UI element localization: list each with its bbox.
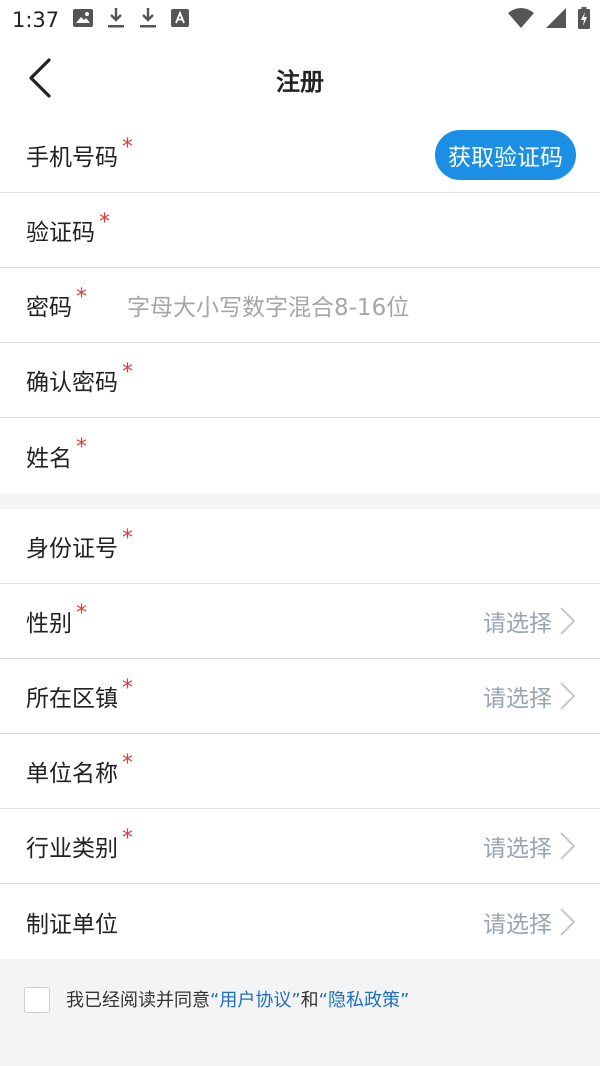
row-label: 确认密码	[26, 370, 118, 396]
chevron-right-icon	[558, 606, 576, 636]
required-mark: *	[76, 284, 87, 310]
row-label: 身份证号	[26, 536, 118, 562]
form-group-account: 手机号码 * 获取验证码 验证码 * 密码 * 字母大小写数字混合8-16位 确…	[0, 118, 600, 493]
industry-select[interactable]: 请选择	[483, 829, 576, 863]
row-label: 性别	[26, 611, 72, 637]
status-time: 1:37	[12, 8, 60, 32]
select-value: 请选择	[483, 611, 552, 637]
select-value: 请选择	[483, 911, 552, 938]
row-id-number[interactable]: 身份证号 *	[0, 509, 600, 584]
required-mark: *	[122, 359, 133, 385]
section-divider	[0, 493, 600, 509]
password-input[interactable]: 字母大小写数字混合8-16位	[127, 288, 409, 322]
battery-charging-icon	[578, 7, 590, 33]
required-mark: *	[76, 435, 87, 460]
row-name[interactable]: 姓名 *	[0, 418, 600, 493]
row-org-name[interactable]: 单位名称 *	[0, 734, 600, 809]
image-icon	[73, 9, 94, 31]
row-label: 制证单位	[26, 911, 118, 938]
row-label: 所在区镇	[26, 686, 118, 712]
agree-checkbox[interactable]	[24, 987, 50, 1013]
required-mark: *	[76, 600, 87, 626]
user-agreement-link[interactable]: “用户协议”	[210, 990, 301, 1011]
town-select[interactable]: 请选择	[483, 679, 576, 713]
required-mark: *	[122, 825, 133, 851]
issuer-select[interactable]: 请选择	[483, 905, 576, 939]
chevron-right-icon	[558, 831, 576, 861]
form-group-profile: 身份证号 * 性别 * 请选择 所在区镇 * 请选择 单位名称 * 行业类别 *…	[0, 509, 600, 959]
select-value: 请选择	[483, 836, 552, 862]
nav-bar: 注册	[0, 40, 600, 118]
row-label: 手机号码	[26, 145, 118, 171]
row-phone[interactable]: 手机号码 * 获取验证码	[0, 118, 600, 193]
row-town[interactable]: 所在区镇 * 请选择	[0, 659, 600, 734]
back-button[interactable]	[20, 58, 60, 102]
wifi-icon	[508, 8, 534, 32]
row-industry[interactable]: 行业类别 * 请选择	[0, 809, 600, 884]
row-gender[interactable]: 性别 * 请选择	[0, 584, 600, 659]
agreement-text: 我已经阅读并同意“用户协议”和“隐私政策”	[66, 987, 409, 1015]
row-password[interactable]: 密码 * 字母大小写数字混合8-16位	[0, 268, 600, 343]
agreement-and: 和	[300, 990, 319, 1011]
download-icon	[107, 8, 125, 32]
required-mark: *	[122, 675, 133, 701]
chevron-right-icon	[558, 681, 576, 711]
row-confirm-password[interactable]: 确认密码 *	[0, 343, 600, 418]
required-mark: *	[122, 750, 133, 776]
page-title: 注册	[276, 67, 324, 96]
row-label: 密码	[26, 295, 72, 321]
chevron-right-icon	[558, 907, 576, 937]
row-label: 单位名称	[26, 761, 118, 787]
font-icon	[171, 9, 190, 31]
download-icon	[139, 8, 157, 32]
row-label: 姓名	[26, 445, 72, 472]
required-mark: *	[122, 525, 133, 551]
chevron-left-icon	[28, 58, 52, 102]
row-label: 验证码	[26, 220, 95, 246]
row-label: 行业类别	[26, 836, 118, 862]
agreement-section: 我已经阅读并同意“用户协议”和“隐私政策”	[0, 959, 600, 1066]
agreement-prefix: 我已经阅读并同意	[66, 990, 210, 1011]
required-mark: *	[99, 209, 110, 235]
gender-select[interactable]: 请选择	[483, 604, 576, 638]
privacy-policy-link[interactable]: “隐私政策”	[319, 990, 410, 1011]
select-value: 请选择	[483, 686, 552, 712]
row-issuer[interactable]: 制证单位 请选择	[0, 884, 600, 959]
row-code[interactable]: 验证码 *	[0, 193, 600, 268]
signal-icon	[546, 8, 566, 32]
get-code-button[interactable]: 获取验证码	[435, 130, 576, 180]
status-bar: 1:37	[0, 0, 600, 40]
required-mark: *	[122, 134, 133, 160]
